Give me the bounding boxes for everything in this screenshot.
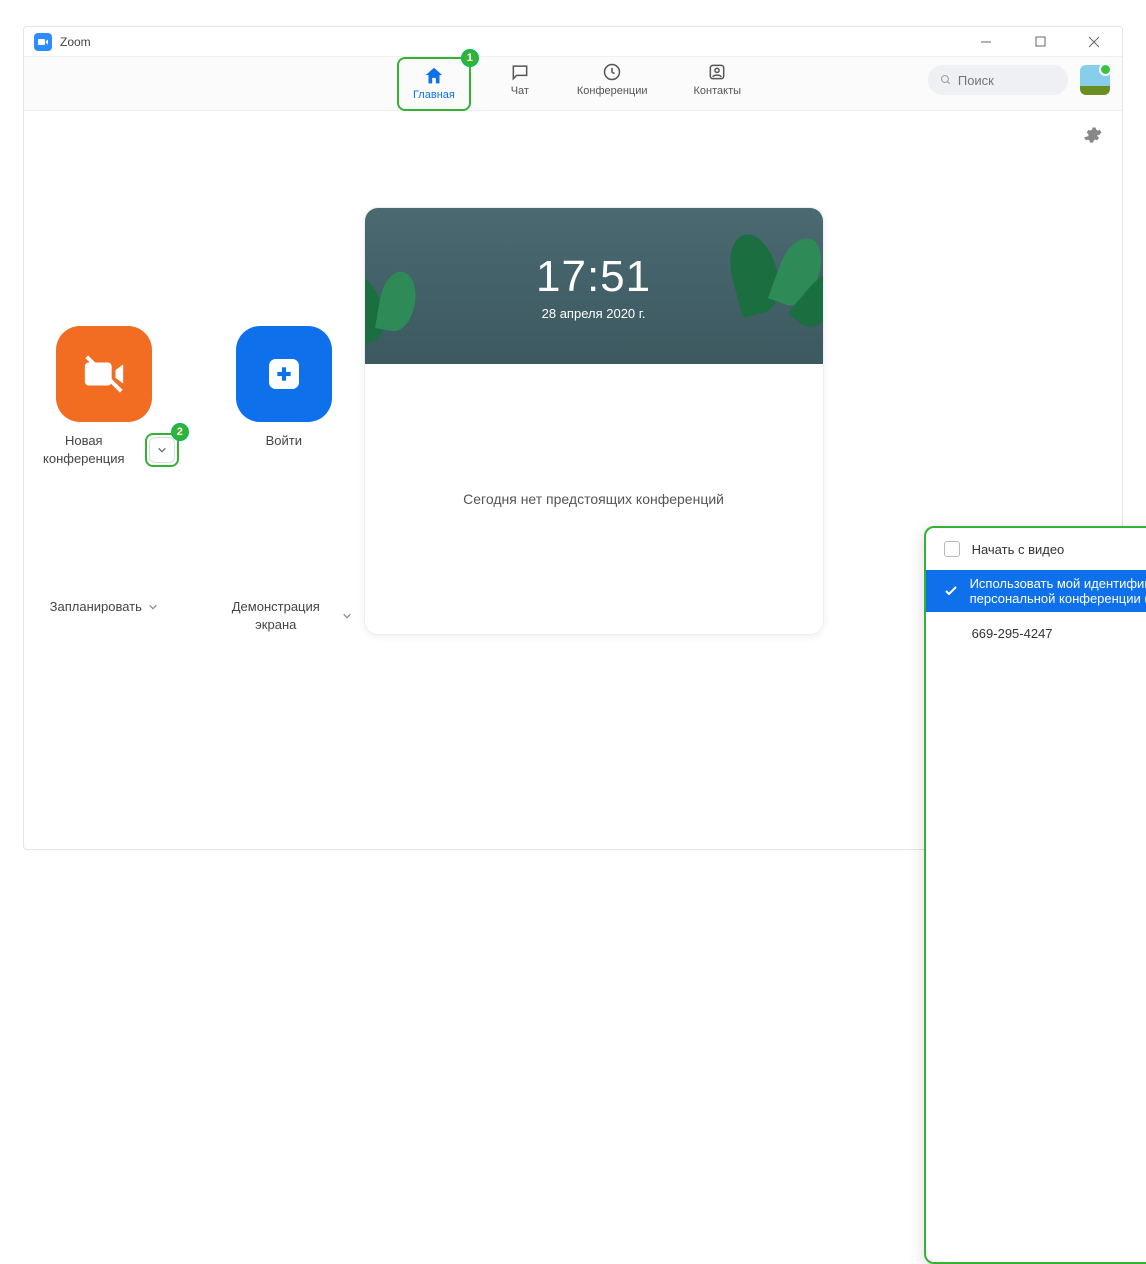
- plus-icon: [264, 354, 304, 394]
- search-box[interactable]: [928, 65, 1068, 95]
- nav-home[interactable]: Главная: [405, 61, 463, 105]
- chevron-down-icon: [157, 445, 167, 455]
- start-with-video-label: Начать с видео: [972, 542, 1065, 557]
- checkbox-unchecked-icon: [944, 541, 960, 557]
- home-icon: [423, 65, 445, 87]
- annotation-badge-2: 2: [171, 423, 189, 441]
- nav-home-label: Главная: [413, 89, 455, 101]
- search-input[interactable]: [958, 73, 1056, 88]
- new-meeting-dropdown: 3 Начать с видео Использовать мой иденти…: [924, 526, 1146, 1264]
- window-title: Zoom: [60, 35, 91, 49]
- new-meeting-button[interactable]: [56, 326, 152, 422]
- clock-panel: 17:51 28 апреля 2020 г.: [365, 208, 823, 364]
- pmi-number-label: 669-295-4247: [972, 626, 1053, 641]
- check-icon: [944, 584, 958, 598]
- info-pane: 17:51 28 апреля 2020 г. Сегодня нет пред…: [364, 111, 824, 849]
- nav-chat[interactable]: Чат: [501, 57, 539, 101]
- close-button[interactable]: [1076, 28, 1112, 56]
- annotation-highlight-1: Главная 1: [397, 57, 471, 111]
- actions-pane: Новая конференция 2 Войти: [24, 111, 364, 849]
- chevron-down-icon: [148, 602, 158, 612]
- main-content: Новая конференция 2 Войти: [24, 111, 1122, 849]
- minimize-button[interactable]: [968, 28, 1004, 56]
- join-label: Войти: [266, 432, 302, 450]
- window-controls: [968, 28, 1112, 56]
- nav-meetings-label: Конференции: [577, 85, 648, 97]
- nav-contacts-label: Контакты: [694, 85, 742, 97]
- nav-meetings[interactable]: Конференции: [569, 57, 656, 101]
- dropdown-use-pmi[interactable]: Использовать мой идентификатор персональ…: [926, 570, 1146, 612]
- info-card: 17:51 28 апреля 2020 г. Сегодня нет пред…: [364, 207, 824, 635]
- clock-time: 17:51: [536, 252, 651, 302]
- share-screen-label: Демонстрация экрана: [216, 598, 336, 634]
- schedule-label: Запланировать: [50, 598, 142, 616]
- clock-date: 28 апреля 2020 г.: [542, 306, 646, 321]
- annotation-badge-1: 1: [461, 49, 479, 67]
- plant-decoration: [733, 218, 823, 364]
- nav-chat-label: Чат: [511, 85, 529, 97]
- titlebar: Zoom: [24, 27, 1122, 57]
- top-nav: Главная 1 Чат Конференции Конт: [24, 57, 1122, 111]
- settings-button[interactable]: [1082, 125, 1102, 150]
- user-avatar[interactable]: [1080, 65, 1110, 95]
- contacts-icon: [706, 61, 728, 83]
- nav-contacts[interactable]: Контакты: [686, 57, 750, 101]
- chat-icon: [509, 61, 531, 83]
- dropdown-pmi-number[interactable]: 669-295-4247: [926, 612, 1146, 654]
- maximize-button[interactable]: [1022, 28, 1058, 56]
- plant-decoration: [365, 248, 445, 364]
- video-off-icon: [81, 351, 127, 397]
- search-icon: [940, 73, 952, 87]
- app-window: Zoom Главная 1 Чат: [23, 26, 1123, 850]
- chevron-down-icon: [342, 611, 352, 621]
- join-button[interactable]: [236, 326, 332, 422]
- use-pmi-label: Использовать мой идентификатор персональ…: [970, 576, 1146, 606]
- dropdown-start-with-video[interactable]: Начать с видео: [926, 528, 1146, 570]
- zoom-logo-icon: [34, 33, 52, 51]
- clock-icon: [601, 61, 623, 83]
- new-meeting-dropdown-button[interactable]: [149, 437, 175, 463]
- meetings-status-panel: Сегодня нет предстоящих конференций: [365, 364, 823, 634]
- new-meeting-label: Новая конференция: [29, 432, 139, 468]
- no-meetings-text: Сегодня нет предстоящих конференций: [463, 491, 724, 507]
- annotation-highlight-2: 2: [145, 433, 179, 467]
